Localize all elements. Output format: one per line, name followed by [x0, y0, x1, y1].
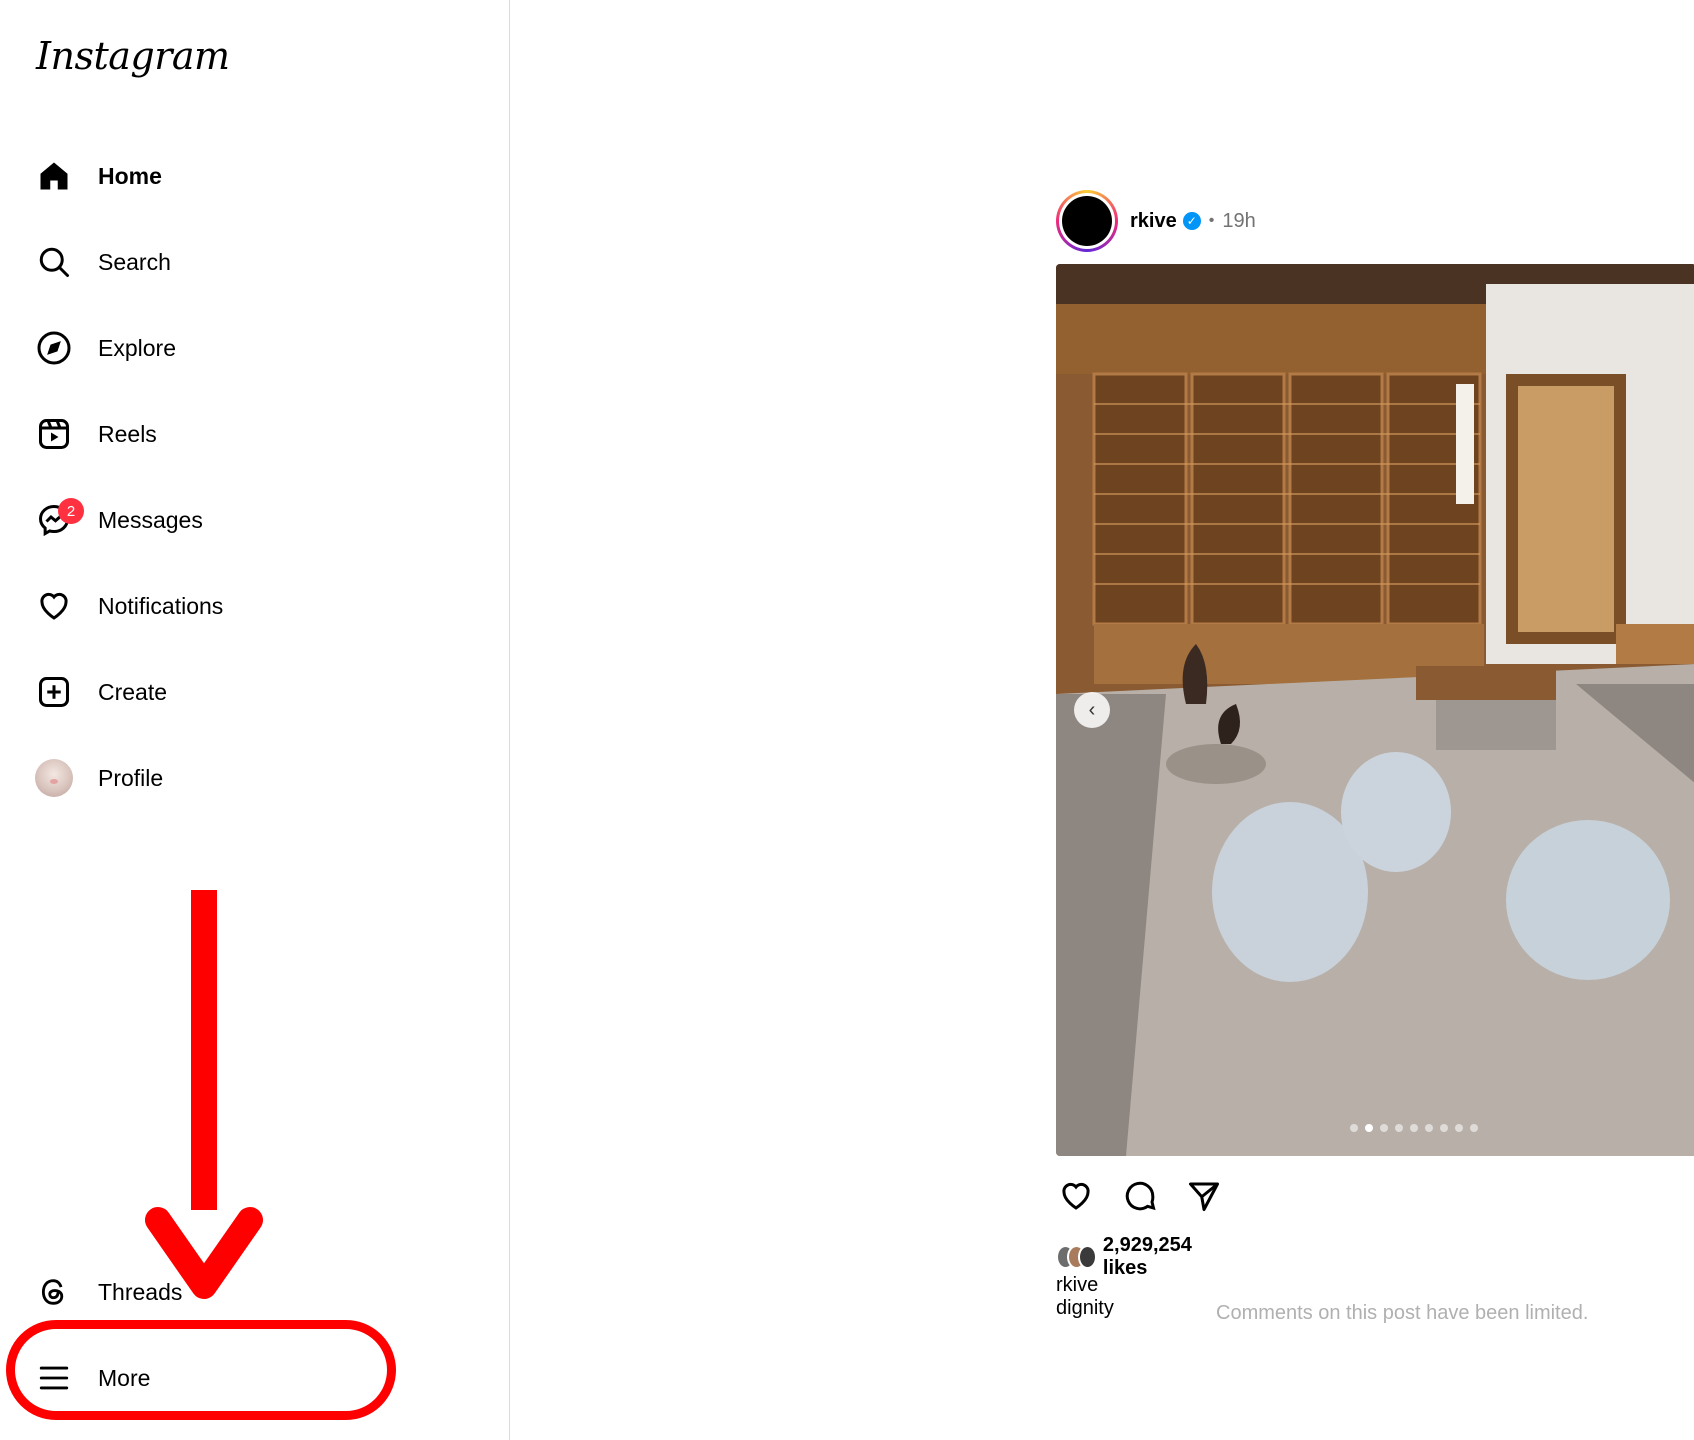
- post-username[interactable]: rkive: [1130, 210, 1177, 233]
- annotation-highlight-oval: [6, 1320, 396, 1420]
- sidebar-item-search[interactable]: Search: [34, 236, 464, 288]
- liker-avatar: [1077, 1245, 1097, 1269]
- post-caption: rkive dignity: [1056, 1274, 1114, 1320]
- threads-icon: [34, 1272, 74, 1312]
- unread-badge: 2: [58, 498, 84, 524]
- sidebar-item-label: Search: [98, 248, 171, 275]
- carousel-prev-button[interactable]: ‹: [1074, 692, 1110, 728]
- comment-icon[interactable]: [1120, 1176, 1160, 1216]
- sidebar-item-label: Create: [98, 678, 168, 705]
- likes-count[interactable]: 2,929,254 likes: [1103, 1234, 1207, 1280]
- home-icon: [34, 156, 74, 196]
- carousel-dot: [1440, 1124, 1448, 1132]
- carousel-dot: [1470, 1124, 1478, 1132]
- verified-badge-icon: ✓: [1182, 212, 1201, 230]
- post-timestamp[interactable]: 19h: [1222, 210, 1255, 233]
- instagram-logo[interactable]: Instagram: [36, 34, 230, 78]
- carousel-dot: [1425, 1124, 1433, 1132]
- post-actions: [1056, 1176, 1224, 1216]
- carousel-dot: [1410, 1124, 1418, 1132]
- messenger-icon: 2: [34, 498, 84, 540]
- sidebar-item-label: Home: [98, 162, 162, 189]
- sidebar-item-label: Messages: [98, 506, 203, 533]
- post-image[interactable]: ‹: [1056, 264, 1694, 1156]
- plus-square-icon: [34, 672, 74, 712]
- sidebar-item-notifications[interactable]: Notifications: [34, 580, 464, 632]
- carousel-dot: [1380, 1124, 1388, 1132]
- carousel-dot: [1350, 1124, 1358, 1132]
- sidebar-item-label: Notifications: [98, 592, 224, 619]
- sidebar-item-create[interactable]: Create: [34, 666, 464, 718]
- like-heart-icon[interactable]: [1056, 1176, 1096, 1216]
- profile-icon-wrap: [34, 758, 74, 798]
- caption-username[interactable]: rkive: [1056, 1274, 1098, 1296]
- avatar: [35, 759, 73, 797]
- annotation-arrow-shaft: [191, 890, 217, 1210]
- sidebar-item-explore[interactable]: Explore: [34, 322, 464, 374]
- sidebar-item-messages[interactable]: 2 Messages: [34, 494, 464, 546]
- sidebar-item-home[interactable]: Home: [34, 150, 464, 202]
- sidebar-item-label: Explore: [98, 334, 176, 361]
- comments-limited-notice: Comments on this post have been limited.: [1216, 1302, 1589, 1324]
- sidebar-item-reels[interactable]: Reels: [34, 408, 464, 460]
- separator-dot: •: [1208, 212, 1215, 229]
- carousel-dot: [1395, 1124, 1403, 1132]
- heart-icon: [34, 586, 74, 626]
- post-author-avatar[interactable]: [1056, 190, 1118, 252]
- search-icon: [34, 242, 74, 282]
- carousel-dots: [1350, 1124, 1478, 1132]
- caption-text: dignity: [1056, 1297, 1114, 1319]
- carousel-dot: [1365, 1124, 1373, 1132]
- post-header: rkive ✓ • 19h: [1056, 186, 1656, 256]
- sidebar-item-label: Profile: [98, 764, 164, 791]
- carousel-dot: [1455, 1124, 1463, 1132]
- sidebar-item-profile[interactable]: Profile: [34, 752, 464, 804]
- reels-icon: [34, 414, 74, 454]
- annotation-arrow-head: [145, 1207, 263, 1299]
- share-send-icon[interactable]: [1184, 1176, 1224, 1216]
- compass-icon: [34, 328, 74, 368]
- sidebar-item-label: Reels: [98, 420, 157, 447]
